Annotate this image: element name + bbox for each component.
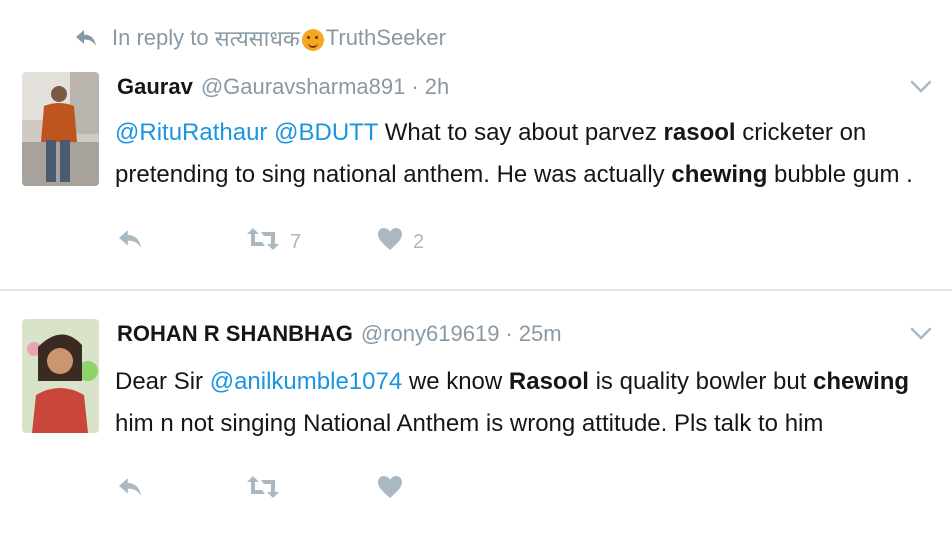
user-handle[interactable]: @Gauravsharma891: [201, 74, 406, 100]
highlight-term: Rasool: [508, 368, 589, 395]
heart-icon: [377, 227, 403, 257]
timestamp[interactable]: 25m: [519, 321, 562, 347]
reply-context-user-latin[interactable]: TruthSeeker: [326, 25, 446, 51]
tweet-header: Gaurav @Gauravsharma891 · 2h: [117, 74, 449, 100]
retweet-button[interactable]: 7: [246, 226, 377, 258]
reply-icon: [116, 228, 144, 256]
user-name[interactable]: Gaurav: [117, 74, 193, 100]
reply-context-prefix: In reply to: [112, 25, 209, 50]
like-button[interactable]: [377, 474, 497, 506]
tweet-gaurav[interactable]: Gaurav @Gauravsharma891 · 2h @RituRathau…: [0, 56, 952, 290]
user-name[interactable]: ROHAN R SHANBHAG: [117, 321, 353, 347]
tweet-text: Dear Sir @anilkumble1074 we know Rasool …: [115, 361, 915, 445]
separator: ·: [411, 74, 419, 99]
reply-icon: [116, 476, 144, 504]
highlight-term: chewing: [671, 161, 768, 188]
retweet-button[interactable]: [246, 474, 377, 506]
retweet-count: 7: [290, 230, 302, 253]
text-segment: we know: [408, 368, 503, 395]
mention-link[interactable]: @BDUTT: [274, 119, 378, 146]
text-segment: What to say about parvez: [384, 119, 657, 146]
highlight-term: chewing: [813, 368, 910, 395]
text-segment: Dear Sir: [115, 368, 204, 395]
reply-arrow-icon: [74, 27, 100, 49]
mention-link[interactable]: @anilkumble1074: [210, 368, 402, 395]
timestamp[interactable]: 2h: [425, 74, 449, 100]
tweet-actions: 7 2: [116, 226, 497, 258]
smiling-face-emoji-icon: [301, 29, 324, 51]
like-button[interactable]: 2: [377, 226, 497, 258]
reply-context: In reply to सत्यसाधक TruthSeeker: [74, 22, 446, 54]
tweet-header: ROHAN R SHANBHAG @rony619619 · 25m: [117, 321, 562, 347]
highlight-term: rasool: [663, 119, 736, 146]
user-handle[interactable]: @rony619619: [361, 321, 500, 347]
avatar[interactable]: [22, 72, 99, 186]
reply-button[interactable]: [116, 226, 246, 258]
chevron-down-icon[interactable]: [910, 80, 932, 94]
tweet-rohan[interactable]: ROHAN R SHANBHAG @rony619619 · 25m Dear …: [0, 291, 952, 536]
text-segment: him n not singing National Anthem is wro…: [115, 410, 824, 437]
separator: ·: [505, 321, 513, 346]
text-segment: bubble gum .: [774, 161, 913, 188]
tweet-actions: [116, 474, 497, 506]
retweet-icon: [246, 226, 280, 258]
chevron-down-icon[interactable]: [910, 327, 932, 341]
retweet-icon: [246, 474, 280, 506]
reply-button[interactable]: [116, 474, 246, 506]
reply-context-user-devanagari[interactable]: सत्यसाधक: [215, 23, 300, 53]
tweet-text: @RituRathaur @BDUTT What to say about pa…: [115, 112, 915, 196]
heart-icon: [377, 475, 403, 505]
avatar[interactable]: [22, 319, 99, 433]
mention-link[interactable]: @RituRathaur: [115, 119, 267, 146]
like-count: 2: [413, 230, 425, 253]
text-segment: is quality bowler but: [595, 368, 807, 395]
